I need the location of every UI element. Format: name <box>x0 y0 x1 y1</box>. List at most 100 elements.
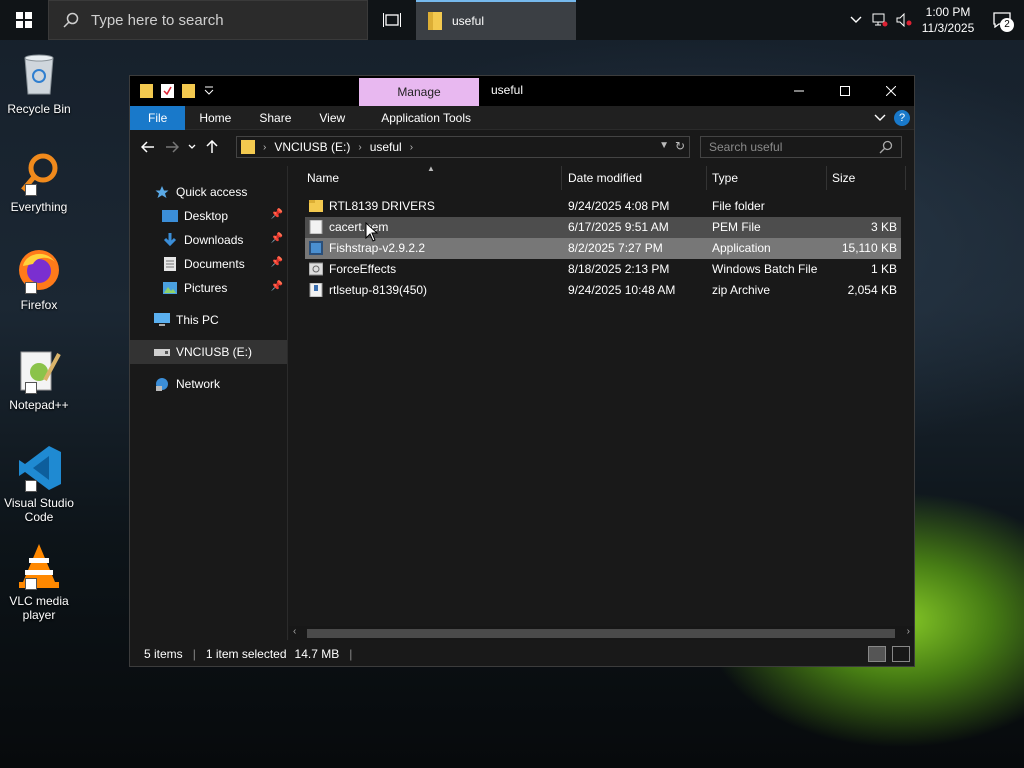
file-row[interactable]: RTL8139 DRIVERS 9/24/2025 4:08 PM File f… <box>305 196 901 217</box>
star-icon <box>154 184 170 200</box>
column-divider[interactable] <box>706 166 707 190</box>
tab-application-tools[interactable]: Application Tools <box>367 106 485 130</box>
column-header-name[interactable]: Name <box>307 171 339 185</box>
refresh-icon[interactable]: ↻ <box>675 139 685 153</box>
details-view-icon[interactable] <box>868 646 886 662</box>
horizontal-scrollbar[interactable]: ‹ › <box>289 626 914 640</box>
column-header-size[interactable]: Size <box>832 171 855 185</box>
usb-drive-icon <box>154 344 170 360</box>
action-center-button[interactable]: 2 <box>980 0 1024 40</box>
shortcut-arrow-icon <box>25 382 37 394</box>
tab-file[interactable]: File <box>130 105 186 130</box>
desktop-icon-everything[interactable]: Everything <box>2 148 76 214</box>
desktop-icon-firefox[interactable]: Firefox <box>2 246 76 312</box>
shortcut-arrow-icon <box>25 578 37 590</box>
properties-icon[interactable] <box>161 84 174 98</box>
scroll-left-icon[interactable]: ‹ <box>293 626 296 637</box>
navigation-pane: Quick access Desktop 📌 Downloads 📌 Docum… <box>130 166 288 640</box>
breadcrumb-separator-icon: › <box>409 141 414 153</box>
nav-desktop[interactable]: Desktop 📌 <box>130 204 287 228</box>
nav-label: Pictures <box>184 281 228 295</box>
file-row[interactable]: cacert.pem 6/17/2025 9:51 AM PEM File 3 … <box>305 217 901 238</box>
back-button[interactable] <box>136 130 160 164</box>
document-icon <box>162 256 178 272</box>
breadcrumb-separator-icon: › <box>263 141 267 153</box>
minimize-button[interactable] <box>776 76 822 106</box>
nav-downloads[interactable]: Downloads 📌 <box>130 228 287 252</box>
taskbar-search-box[interactable]: Type here to search <box>48 0 368 40</box>
show-hidden-icons-button[interactable] <box>844 0 868 40</box>
column-header-date[interactable]: Date modified <box>568 171 642 185</box>
title-bar[interactable]: Manage useful <box>130 76 914 106</box>
volume-tray-button[interactable] <box>892 0 916 40</box>
new-folder-icon[interactable] <box>182 84 195 98</box>
desktop-icon-recycle-bin[interactable]: Recycle Bin <box>2 50 76 116</box>
search-icon <box>63 12 79 28</box>
breadcrumb-drive[interactable]: VNCIUSB (E:) <box>274 140 350 154</box>
file-row[interactable]: rtlsetup-8139(450) 9/24/2025 10:48 AM zi… <box>305 280 901 301</box>
file-size: 2,054 KB <box>847 283 897 297</box>
column-divider[interactable] <box>561 166 562 190</box>
close-button[interactable] <box>868 76 914 106</box>
help-button[interactable]: ? <box>894 110 910 126</box>
search-field[interactable]: Search useful <box>700 136 902 158</box>
folder-icon <box>241 140 255 154</box>
nav-pictures[interactable]: Pictures 📌 <box>130 276 287 300</box>
column-divider[interactable] <box>905 166 906 190</box>
nav-label: Downloads <box>184 233 244 247</box>
start-button[interactable] <box>0 0 48 40</box>
application-icon <box>309 241 323 255</box>
help-icon: ? <box>898 112 906 124</box>
large-icons-view-icon[interactable] <box>892 646 910 662</box>
column-header-type[interactable]: Type <box>712 171 738 185</box>
folder-icon <box>140 84 153 98</box>
taskbar-file-explorer[interactable]: useful <box>416 0 576 40</box>
nav-usb-drive[interactable]: VNCIUSB (E:) <box>130 340 287 364</box>
customize-toolbar-icon[interactable] <box>203 84 216 98</box>
taskbar-clock[interactable]: 1:00 PM 11/3/2025 <box>916 4 980 36</box>
sort-ascending-icon: ▲ <box>427 164 435 173</box>
recycle-bin-icon <box>24 54 54 95</box>
shortcut-arrow-icon <box>25 282 37 294</box>
expand-ribbon-icon[interactable] <box>874 114 886 122</box>
task-view-button[interactable] <box>368 0 416 40</box>
breadcrumb-folder[interactable]: useful <box>370 140 402 154</box>
minimize-icon <box>794 90 804 92</box>
nav-network[interactable]: Network <box>130 372 287 396</box>
task-view-icon <box>383 13 401 27</box>
manage-tab[interactable]: Manage <box>359 78 479 106</box>
up-button[interactable] <box>200 130 224 164</box>
windows-logo-icon <box>16 12 32 28</box>
tab-view[interactable]: View <box>305 106 359 130</box>
zip-archive-icon <box>309 283 323 297</box>
address-bar[interactable]: › VNCIUSB (E:) › useful › ▼ ↻ <box>236 136 690 158</box>
scroll-right-icon[interactable]: › <box>907 626 910 637</box>
address-dropdown-icon[interactable]: ▼ <box>659 140 669 151</box>
taskbar-app-label: useful <box>452 14 485 28</box>
file-row[interactable]: ForceEffects 8/18/2025 2:13 PM Windows B… <box>305 259 901 280</box>
nav-documents[interactable]: Documents 📌 <box>130 252 287 276</box>
scrollbar-thumb[interactable] <box>307 629 895 638</box>
forward-button[interactable] <box>160 130 184 164</box>
pin-icon: 📌 <box>270 257 283 268</box>
arrow-up-icon <box>206 140 218 153</box>
nav-label: This PC <box>176 313 219 327</box>
tab-share[interactable]: Share <box>245 106 305 130</box>
navigation-bar: › VNCIUSB (E:) › useful › ▼ ↻ Search use… <box>130 130 914 164</box>
desktop-icon-vlc[interactable]: VLC media player <box>2 542 76 622</box>
pin-icon: 📌 <box>270 281 283 292</box>
network-tray-button[interactable] <box>868 0 892 40</box>
nav-this-pc[interactable]: This PC <box>130 308 287 332</box>
nav-quick-access[interactable]: Quick access <box>130 180 287 204</box>
column-divider[interactable] <box>826 166 827 190</box>
network-tray-icon <box>872 13 888 27</box>
desktop-icon-label: Everything <box>10 200 68 214</box>
file-row-selected[interactable]: Fishstrap-v2.9.2.2 8/2/2025 7:27 PM Appl… <box>305 238 901 259</box>
maximize-button[interactable] <box>822 76 868 106</box>
desktop-icon-notepad-plus-plus[interactable]: Notepad++ <box>2 346 76 412</box>
tab-home[interactable]: Home <box>185 106 245 130</box>
desktop-icon-vscode[interactable]: Visual Studio Code <box>2 444 76 524</box>
recent-locations-button[interactable] <box>184 130 200 164</box>
file-size: 3 KB <box>870 220 897 234</box>
desktop-icon-label: Visual Studio Code <box>4 496 74 524</box>
